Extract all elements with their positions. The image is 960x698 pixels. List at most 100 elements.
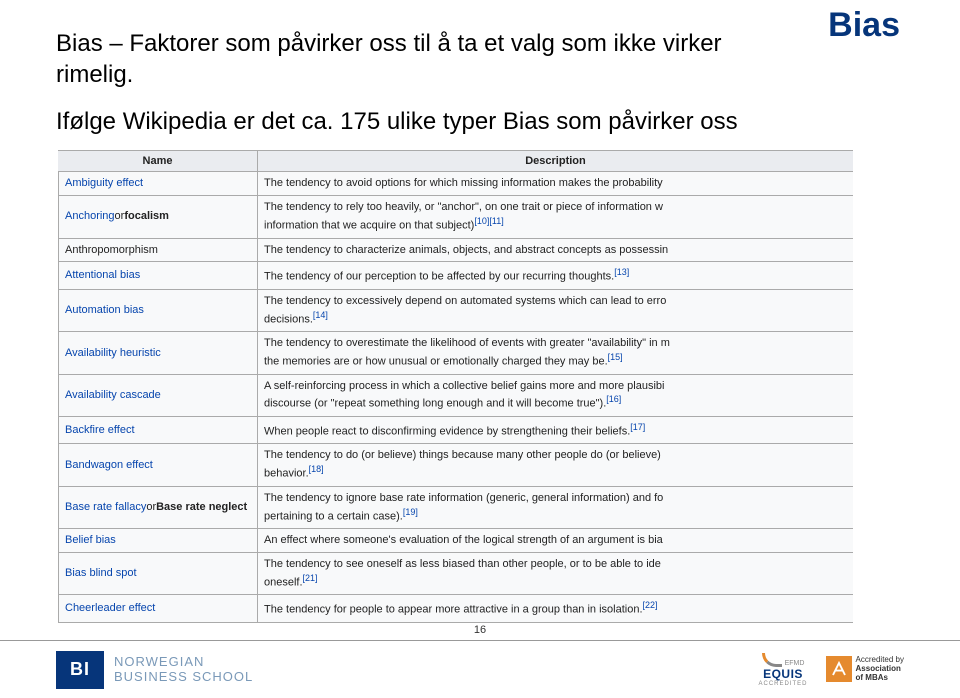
bias-link[interactable]: Attentional bias: [65, 268, 140, 283]
equis-logo: EFMD EQUIS ACCREDITED: [759, 653, 808, 687]
bias-link[interactable]: Anchoring: [65, 209, 115, 224]
desc-text: An effect where someone's evaluation of …: [264, 534, 663, 546]
desc-text: decisions.: [264, 313, 313, 325]
desc-text: information that we acquire on that subj…: [264, 220, 474, 232]
cell-description: The tendency to ignore base rate informa…: [258, 487, 853, 528]
reference-link[interactable]: [18]: [309, 464, 324, 474]
th-description: Description: [258, 151, 853, 171]
table-row: Bias blind spot The tendency to see onese…: [58, 553, 853, 595]
title-bias: Bias: [828, 6, 900, 45]
efmd-label: EFMD: [785, 660, 805, 667]
table-row: Base rate fallacy or Base rate neglect Th…: [58, 487, 853, 529]
reference-link[interactable]: [15]: [608, 352, 623, 362]
bias-link[interactable]: Bandwagon effect: [65, 458, 153, 473]
reference-link[interactable]: [11]: [489, 216, 503, 226]
equis-text: EQUIS: [763, 667, 803, 681]
bias-link[interactable]: Belief bias: [65, 533, 116, 548]
table-row: Availability heuristic The tendency to ov…: [58, 332, 853, 374]
cell-description: A self-reinforcing process in which a co…: [258, 375, 853, 416]
desc-text: When people react to disconfirming evide…: [264, 426, 630, 438]
cell-description: The tendency of our perception to be aff…: [258, 262, 853, 289]
name-text: Base rate neglect: [156, 500, 247, 515]
table-row: Cheerleader effect The tendency for peopl…: [58, 595, 853, 623]
cell-description: An effect where someone's evaluation of …: [258, 529, 853, 552]
name-text: or: [115, 209, 125, 224]
reference-link[interactable]: [14]: [313, 310, 328, 320]
cell-description: When people react to disconfirming evide…: [258, 417, 853, 444]
table-row: Backfire effect When people react to disc…: [58, 417, 853, 445]
bias-table: Name Description Ambiguity effect The ten…: [58, 150, 853, 622]
bi-line2: BUSINESS SCHOOL: [114, 670, 253, 684]
bias-link[interactable]: Backfire effect: [65, 423, 135, 438]
reference-link[interactable]: [16]: [606, 394, 621, 404]
reference-link[interactable]: [13]: [614, 267, 629, 277]
bias-link[interactable]: Availability cascade: [65, 388, 161, 403]
bias-link[interactable]: Cheerleader effect: [65, 601, 155, 616]
desc-text: A self-reinforcing process in which a co…: [264, 380, 664, 392]
bias-link[interactable]: Ambiguity effect: [65, 176, 143, 191]
desc-text: The tendency for people to appear more a…: [264, 604, 643, 616]
table-row: Availability cascade A self-reinforcing p…: [58, 375, 853, 417]
table-row: Belief bias An effect where someone's eva…: [58, 529, 853, 553]
amba-line3: of MBAs: [856, 674, 904, 683]
desc-text: The tendency to excessively depend on au…: [264, 295, 666, 307]
cell-name: Attentional bias: [58, 262, 258, 289]
name-text: Anthropomorphism: [65, 243, 158, 258]
bias-link[interactable]: Automation bias: [65, 303, 144, 318]
table-row: Anchoring or focalism The tendency to rel…: [58, 196, 853, 238]
cell-name: Base rate fallacy or Base rate neglect: [58, 487, 258, 528]
desc-text: the memories are or how unusual or emoti…: [264, 356, 608, 368]
cell-name: Cheerleader effect: [58, 595, 258, 622]
reference-link[interactable]: [21]: [303, 573, 318, 583]
cell-name: Availability cascade: [58, 375, 258, 416]
desc-text: The tendency to avoid options for which …: [264, 177, 663, 189]
name-text: or: [146, 500, 156, 515]
desc-text: The tendency to rely too heavily, or "an…: [264, 201, 663, 213]
bias-link[interactable]: Availability heuristic: [65, 346, 161, 361]
cell-name: Bias blind spot: [58, 553, 258, 594]
bi-logo: BI NORWEGIAN BUSINESS SCHOOL: [56, 651, 253, 689]
reference-link[interactable]: [17]: [630, 422, 645, 432]
cell-description: The tendency to see oneself as less bias…: [258, 553, 853, 594]
cell-description: The tendency for people to appear more a…: [258, 595, 853, 622]
desc-text: oneself.: [264, 576, 303, 588]
desc-text: The tendency to see oneself as less bias…: [264, 558, 661, 570]
table-row: Ambiguity effect The tendency to avoid op…: [58, 172, 853, 196]
cell-name: Anthropomorphism: [58, 239, 258, 262]
cell-description: The tendency to excessively depend on au…: [258, 290, 853, 331]
equis-accredited: ACCREDITED: [759, 681, 808, 687]
equis-swoosh-icon: [762, 653, 782, 667]
desc-text: The tendency to overestimate the likelih…: [264, 337, 670, 349]
desc-text: The tendency to do (or believe) things b…: [264, 449, 661, 461]
th-name: Name: [58, 151, 258, 171]
page-number: 16: [474, 624, 486, 636]
cell-name: Ambiguity effect: [58, 172, 258, 195]
table-row: AnthropomorphismThe tendency to characte…: [58, 239, 853, 263]
heading-text: Bias – Faktorer som påvirker oss til å t…: [56, 28, 904, 90]
cell-name: Belief bias: [58, 529, 258, 552]
bi-line1: NORWEGIAN: [114, 655, 253, 669]
bi-text: NORWEGIAN BUSINESS SCHOOL: [114, 655, 253, 684]
reference-link[interactable]: [22]: [643, 600, 658, 610]
reference-link[interactable]: [19]: [403, 507, 418, 517]
name-text: focalism: [124, 209, 169, 224]
reference-link[interactable]: [10]: [474, 216, 489, 226]
desc-text: The tendency of our perception to be aff…: [264, 271, 614, 283]
amba-icon: [826, 656, 852, 682]
table-row: Automation bias The tendency to excessive…: [58, 290, 853, 332]
desc-text: pertaining to a certain case).: [264, 510, 403, 522]
bias-link[interactable]: Base rate fallacy: [65, 500, 146, 515]
bi-mark: BI: [56, 651, 104, 689]
amba-logo: Accredited by Association of MBAs: [826, 656, 904, 682]
cell-name: Bandwagon effect: [58, 444, 258, 485]
cell-name: Availability heuristic: [58, 332, 258, 373]
cell-name: Anchoring or focalism: [58, 196, 258, 237]
cell-name: Automation bias: [58, 290, 258, 331]
subheading-text: Ifølge Wikipedia er det ca. 175 ulike ty…: [56, 108, 904, 136]
cell-description: The tendency to do (or believe) things b…: [258, 444, 853, 485]
desc-text: The tendency to ignore base rate informa…: [264, 492, 663, 504]
cell-description: The tendency to rely too heavily, or "an…: [258, 196, 853, 237]
heading-line1: Bias – Faktorer som påvirker oss til å t…: [56, 30, 722, 57]
heading-line2: rimelig.: [56, 61, 133, 88]
bias-link[interactable]: Bias blind spot: [65, 566, 137, 581]
